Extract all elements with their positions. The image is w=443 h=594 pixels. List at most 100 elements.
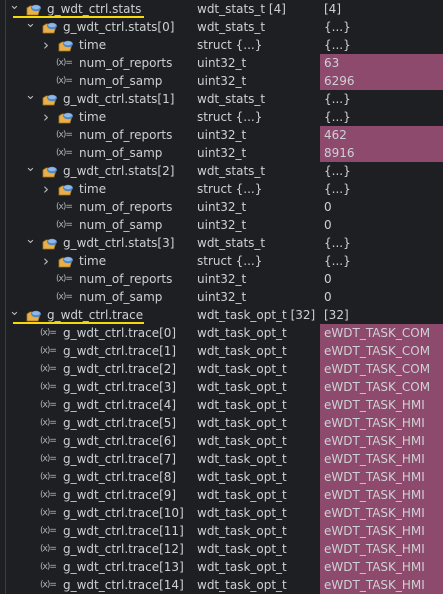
variable-value[interactable]: {...} (320, 108, 443, 126)
variable-value[interactable]: eWDT_TASK_HMI (320, 396, 443, 414)
tree-row[interactable]: › time struct {...} {...} (0, 252, 443, 270)
variable-value[interactable]: {...} (320, 18, 443, 36)
tree-row[interactable]: (x)= g_wdt_ctrl.trace[6] wdt_task_opt_t eWD… (0, 432, 443, 450)
variable-value[interactable]: eWDT_TASK_HMI (320, 432, 443, 450)
chevron-down-icon[interactable]: ⌄ (25, 15, 36, 33)
variable-value[interactable]: eWDT_TASK_HMI (320, 450, 443, 468)
tree-row[interactable]: ⌄ g_wdt_ctrl.stats[3] wdt_stats_t {...} (0, 231, 443, 252)
chevron-right-icon[interactable]: › (41, 108, 51, 126)
variable-value[interactable]: eWDT_TASK_HMI (320, 504, 443, 522)
tree-row[interactable]: (x)= num_of_reports uint32_t 0 (0, 270, 443, 288)
variable-name: g_wdt_ctrl.trace[5] (63, 416, 177, 430)
variable-value[interactable]: eWDT_TASK_HMI (320, 558, 443, 576)
variable-type: wdt_stats_t (197, 164, 266, 178)
tree-row[interactable]: ⌄ g_wdt_ctrl.stats wdt_stats_t [4] [4] (0, 0, 443, 18)
variable-icon: (x)= (40, 544, 57, 554)
tree-row[interactable]: (x)= g_wdt_ctrl.trace[0] wdt_task_opt_t eWD… (0, 324, 443, 342)
variable-type: uint32_t (197, 74, 247, 88)
chevron-right-icon[interactable]: › (41, 252, 51, 270)
variable-value[interactable]: eWDT_TASK_COM (320, 378, 443, 396)
variable-value[interactable]: [4] (320, 0, 443, 18)
tree-row[interactable]: (x)= g_wdt_ctrl.trace[13] wdt_task_opt_t eW… (0, 558, 443, 576)
variable-name: num_of_reports (79, 56, 173, 70)
variable-name: g_wdt_ctrl.trace[7] (63, 452, 177, 466)
tree-row[interactable]: (x)= num_of_reports uint32_t 462 (0, 126, 443, 144)
tree-row[interactable]: (x)= num_of_samp uint32_t 6296 (0, 72, 443, 90)
variable-value[interactable]: eWDT_TASK_COM (320, 360, 443, 378)
tree-row[interactable]: ⌄ g_wdt_ctrl.stats[1] wdt_stats_t {...} (0, 87, 443, 108)
variable-name: g_wdt_ctrl.trace[9] (63, 488, 177, 502)
variable-icon: (x)= (56, 220, 73, 230)
tree-row[interactable]: (x)= num_of_reports uint32_t 63 (0, 54, 443, 72)
variable-value[interactable]: {...} (320, 90, 443, 108)
tree-row[interactable]: › time struct {...} {...} (0, 36, 443, 54)
variable-value[interactable]: 462 (320, 126, 443, 144)
tree-row[interactable]: (x)= num_of_samp uint32_t 0 (0, 216, 443, 234)
tree-row[interactable]: (x)= g_wdt_ctrl.trace[10] wdt_task_opt_t eW… (0, 504, 443, 522)
chevron-right-icon[interactable]: › (41, 36, 51, 54)
tree-row[interactable]: ⌄ g_wdt_ctrl.trace wdt_task_opt_t [32] [32] (0, 303, 443, 324)
variable-value[interactable]: {...} (320, 180, 443, 198)
variable-value[interactable]: 8916 (320, 144, 443, 162)
chevron-down-icon[interactable]: ⌄ (25, 231, 36, 249)
tree-row[interactable]: (x)= g_wdt_ctrl.trace[3] wdt_task_opt_t eWD… (0, 378, 443, 396)
chevron-down-icon[interactable]: ⌄ (9, 303, 20, 321)
variable-type: wdt_task_opt_t (197, 488, 287, 502)
tree-row[interactable]: (x)= num_of_samp uint32_t 0 (0, 288, 443, 306)
variable-value[interactable]: {...} (320, 36, 443, 54)
variable-type: wdt_task_opt_t (197, 542, 287, 556)
tree-row[interactable]: (x)= g_wdt_ctrl.trace[9] wdt_task_opt_t eWD… (0, 486, 443, 504)
variable-value[interactable]: eWDT_TASK_HMI (320, 414, 443, 432)
variable-value[interactable]: {...} (320, 162, 443, 180)
variable-icon: (x)= (56, 274, 73, 284)
variable-value[interactable]: [32] (320, 306, 443, 324)
tree-row[interactable]: › time struct {...} {...} (0, 108, 443, 126)
tree-row[interactable]: › time struct {...} {...} (0, 180, 443, 198)
tree-row[interactable]: (x)= g_wdt_ctrl.trace[1] wdt_task_opt_t eWD… (0, 342, 443, 360)
struct-icon (26, 3, 42, 16)
variable-value[interactable]: 0 (320, 288, 443, 306)
variable-type: struct {...} (197, 182, 263, 196)
struct-icon (42, 93, 58, 106)
variable-value[interactable]: 0 (320, 198, 443, 216)
variable-value[interactable]: eWDT_TASK_HMI (320, 468, 443, 486)
variable-name: g_wdt_ctrl.trace[8] (63, 470, 177, 484)
variable-type: wdt_stats_t (197, 20, 266, 34)
chevron-down-icon[interactable]: ⌄ (25, 159, 36, 177)
variable-type: wdt_task_opt_t (197, 524, 287, 538)
variable-icon: (x)= (40, 364, 57, 374)
variable-value[interactable]: {...} (320, 234, 443, 252)
tree-row[interactable]: (x)= num_of_samp uint32_t 8916 (0, 144, 443, 162)
tree-row[interactable]: (x)= g_wdt_ctrl.trace[4] wdt_task_opt_t eWD… (0, 396, 443, 414)
variable-value[interactable]: eWDT_TASK_COM (320, 324, 443, 342)
chevron-right-icon[interactable]: › (41, 180, 51, 198)
tree-row[interactable]: (x)= num_of_reports uint32_t 0 (0, 198, 443, 216)
variable-value[interactable]: {...} (320, 252, 443, 270)
tree-row[interactable]: (x)= g_wdt_ctrl.trace[2] wdt_task_opt_t eWD… (0, 360, 443, 378)
variable-value[interactable]: 0 (320, 270, 443, 288)
variable-name: g_wdt_ctrl.trace[11] (63, 524, 184, 538)
variable-name: g_wdt_ctrl.trace[12] (63, 542, 184, 556)
variable-value[interactable]: eWDT_TASK_HMI (320, 540, 443, 558)
tree-row[interactable]: (x)= g_wdt_ctrl.trace[12] wdt_task_opt_t eW… (0, 540, 443, 558)
tree-row[interactable]: ⌄ g_wdt_ctrl.stats[2] wdt_stats_t {...} (0, 159, 443, 180)
variable-type: wdt_task_opt_t (197, 452, 287, 466)
variable-value[interactable]: eWDT_TASK_HMI (320, 486, 443, 504)
variable-value[interactable]: 6296 (320, 72, 443, 90)
tree-row[interactable]: (x)= g_wdt_ctrl.trace[8] wdt_task_opt_t eWD… (0, 468, 443, 486)
tree-row[interactable]: (x)= g_wdt_ctrl.trace[11] wdt_task_opt_t eW… (0, 522, 443, 540)
variable-value[interactable]: eWDT_TASK_HMI (320, 576, 443, 594)
variable-value[interactable]: eWDT_TASK_HMI (320, 522, 443, 540)
variable-icon: (x)= (40, 382, 57, 392)
tree-row[interactable]: (x)= g_wdt_ctrl.trace[14] wdt_task_opt_t eW… (0, 576, 443, 594)
variable-value[interactable]: 63 (320, 54, 443, 72)
chevron-down-icon[interactable]: ⌄ (25, 87, 36, 105)
struct-icon (26, 309, 42, 322)
variable-value[interactable]: eWDT_TASK_COM (320, 342, 443, 360)
chevron-down-icon[interactable]: ⌄ (9, 0, 20, 15)
variable-value[interactable]: 0 (320, 216, 443, 234)
tree-row[interactable]: ⌄ g_wdt_ctrl.stats[0] wdt_stats_t {...} (0, 15, 443, 36)
tree-row[interactable]: (x)= g_wdt_ctrl.trace[7] wdt_task_opt_t eWD… (0, 450, 443, 468)
tree-row[interactable]: (x)= g_wdt_ctrl.trace[5] wdt_task_opt_t eWD… (0, 414, 443, 432)
variable-icon: (x)= (56, 148, 73, 158)
